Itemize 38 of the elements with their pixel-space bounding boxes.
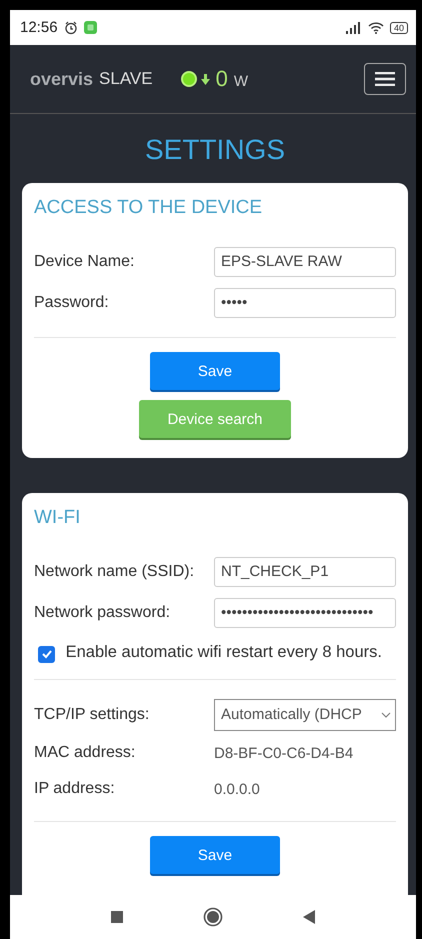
- field-label: Password:: [34, 294, 110, 312]
- down-arrow-icon: [200, 74, 210, 84]
- checkmark-icon: [40, 648, 52, 660]
- battery-level: 40: [390, 22, 408, 34]
- power-unit: W: [234, 72, 248, 90]
- menu-button[interactable]: [364, 63, 406, 95]
- save-button[interactable]: Save: [150, 352, 280, 390]
- field-label: TCP/IP settings:: [34, 706, 150, 724]
- info-label: MAC address:: [34, 744, 136, 762]
- power-value: 0: [216, 66, 228, 92]
- field-label: Network name (SSID):: [34, 562, 196, 580]
- text-field[interactable]: •••••••••••••••••••••••••••••: [214, 598, 396, 628]
- brand-logo[interactable]: overvis: [30, 68, 94, 90]
- info-label: IP address:: [34, 780, 116, 798]
- page-title: SETTINGS: [144, 134, 286, 166]
- checkbox-label: Enable automatic wifi restart every 8 hours.: [66, 643, 382, 661]
- chevron-down-icon: [381, 712, 391, 718]
- back-triangle-icon[interactable]: [303, 910, 315, 924]
- app-notification-icon: [84, 21, 97, 34]
- text-field[interactable]: NT_CHECK_P1: [214, 556, 396, 586]
- wifi-icon: [368, 22, 384, 34]
- info-value: 0.0.0.0: [214, 780, 260, 798]
- signal-icon: [346, 22, 362, 34]
- save-button[interactable]: Save: [150, 836, 280, 874]
- card-title: ACCESS TO THE DEVICE: [34, 197, 264, 219]
- card-title: WI-FI: [34, 507, 82, 529]
- alarm-clock-icon: [64, 20, 78, 34]
- clock-time: 12:56: [20, 19, 58, 36]
- text-field[interactable]: •••••: [214, 288, 396, 318]
- menu-icon: [375, 72, 395, 86]
- brand-subtitle: SLAVE: [99, 69, 153, 89]
- field-label: Network password:: [34, 604, 172, 622]
- text-field[interactable]: EPS-SLAVE RAW: [214, 246, 396, 276]
- tcp-ip-dropdown[interactable]: Automatically (DHCP: [214, 698, 396, 730]
- field-label: Device Name:: [34, 252, 136, 270]
- home-circle-icon[interactable]: [203, 907, 223, 927]
- checkbox[interactable]: [38, 646, 55, 662]
- info-value: D8-BF-C0-C6-D4-B4: [214, 744, 354, 762]
